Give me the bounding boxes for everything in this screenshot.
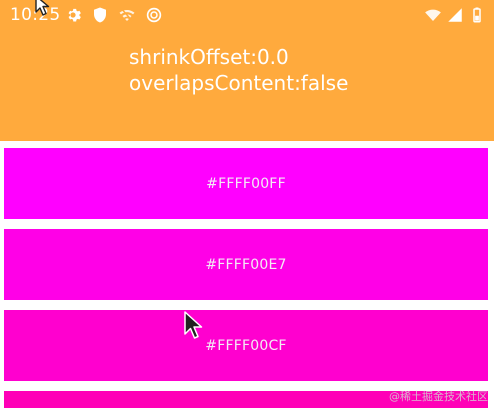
overlaps-content-text: overlapsContent:false	[129, 71, 349, 95]
cell-signal-icon	[446, 6, 464, 24]
list-item[interactable]: #FFFF00FF	[4, 148, 488, 219]
mouse-pointer-icon	[183, 310, 205, 342]
battery-icon	[468, 6, 486, 24]
no-signal-icon	[118, 6, 136, 24]
status-icons-left	[64, 6, 163, 24]
gear-icon	[64, 6, 82, 24]
status-bar: 10:25	[0, 0, 494, 32]
sync-icon	[145, 6, 163, 24]
app-screen: 10:25 shrinkOffset:0.0 overlapsContent:f…	[0, 0, 494, 408]
sliver-header: 10:25 shrinkOffset:0.0 overlapsContent:f…	[0, 0, 494, 141]
list-item-label: #FFFF00CF	[205, 337, 287, 354]
list-item[interactable]: #FFFF00E7	[4, 229, 488, 300]
list-item-label: #FFFF00FF	[206, 175, 286, 192]
watermark: @稀土掘金技术社区	[389, 390, 488, 403]
color-list[interactable]: #FFFF00FF #FFFF00E7 #FFFF00CF	[0, 141, 494, 408]
touch-pointer-icon	[30, 0, 52, 18]
list-item[interactable]: #FFFF00CF	[4, 310, 488, 381]
list-item-label: #FFFF00E7	[205, 256, 287, 273]
status-icons-right	[424, 6, 486, 24]
header-offset-info: shrinkOffset:0.0 overlapsContent:false	[129, 44, 348, 96]
wifi-icon	[424, 6, 442, 24]
shrink-offset-text: shrinkOffset:0.0	[129, 45, 289, 69]
shield-icon	[91, 6, 109, 24]
